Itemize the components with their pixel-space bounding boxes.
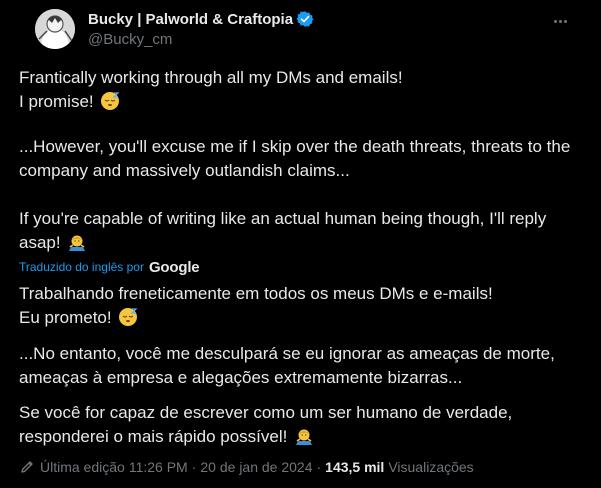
post-header: Bucky | Palworld & Craftopia @Bucky_cm	[16, 0, 585, 64]
sleeping-face-emoji-icon	[100, 91, 120, 111]
pencil-edit-icon[interactable]	[19, 459, 35, 475]
translation-line: Trabalhando freneticamente em todos os m…	[19, 284, 493, 303]
post-metadata: Última edição 11:26 PM · 20 de jan de 20…	[19, 457, 474, 477]
post-line: asap!	[19, 233, 61, 252]
translated-by-label[interactable]: Traduzido do inglês por	[19, 260, 144, 274]
post-line: ...However, you'll excuse me if I skip o…	[19, 137, 571, 156]
translation-line: Se você for capaz de escrever como um se…	[19, 403, 513, 422]
post-paragraph-3: If you're capable of writing like an act…	[19, 207, 587, 255]
avatar[interactable]	[35, 9, 75, 49]
sleeping-face-emoji-icon	[118, 307, 138, 327]
post-paragraph-1: Frantically working through all my DMs a…	[19, 66, 587, 114]
post-time[interactable]: 11:26 PM	[129, 459, 188, 475]
post-line-with-emoji: I promise!	[19, 90, 587, 114]
translation-attribution: Traduzido do inglês por Google	[19, 258, 200, 276]
translation-paragraph-2: ...No entanto, você me desculpará se eu …	[19, 342, 587, 390]
author-block: Bucky | Palworld & Craftopia @Bucky_cm	[88, 9, 314, 48]
translation-line-with-emoji: Eu prometo!	[19, 306, 587, 330]
name-row: Bucky | Palworld & Craftopia	[88, 9, 314, 29]
post-paragraph-2: ...However, you'll excuse me if I skip o…	[19, 135, 587, 183]
more-options-icon[interactable]	[551, 12, 569, 30]
translation-line-with-emoji: responderei o mais rápido possível!	[19, 425, 587, 449]
translation-line: responderei o mais rápido possível!	[19, 427, 288, 446]
translation-paragraph-3: Se você for capaz de escrever como um se…	[19, 401, 587, 449]
google-logo: Google	[148, 258, 200, 276]
views-count: 143,5 mil	[325, 459, 385, 475]
views-label: Visualizações	[388, 459, 474, 475]
translation-line: Eu prometo!	[19, 308, 112, 327]
post-line-with-emoji: asap!	[19, 231, 587, 255]
verified-badge-icon	[296, 10, 314, 28]
person-bowing-emoji-icon	[67, 232, 87, 252]
post-line: If you're capable of writing like an act…	[19, 209, 547, 228]
separator: ·	[191, 459, 197, 475]
translation-line: ...No entanto, você me desculpará se eu …	[19, 344, 555, 363]
separator: ·	[316, 459, 322, 475]
translation-line: ameaças à empresa e alegações extremamen…	[19, 368, 463, 387]
post-date[interactable]: 20 de jan de 2024	[200, 459, 312, 475]
post-card: Bucky | Palworld & Craftopia @Bucky_cm F…	[0, 0, 601, 488]
display-name[interactable]: Bucky | Palworld & Craftopia	[88, 11, 293, 28]
edited-label[interactable]: Última edição	[40, 459, 125, 475]
author-handle[interactable]: @Bucky_cm	[88, 31, 314, 48]
translation-paragraph-1: Trabalhando freneticamente em todos os m…	[19, 282, 587, 330]
post-line: company and massively outlandish claims.…	[19, 161, 350, 180]
post-line: I promise!	[19, 92, 94, 111]
post-line: Frantically working through all my DMs a…	[19, 68, 403, 87]
person-bowing-emoji-icon	[294, 426, 314, 446]
